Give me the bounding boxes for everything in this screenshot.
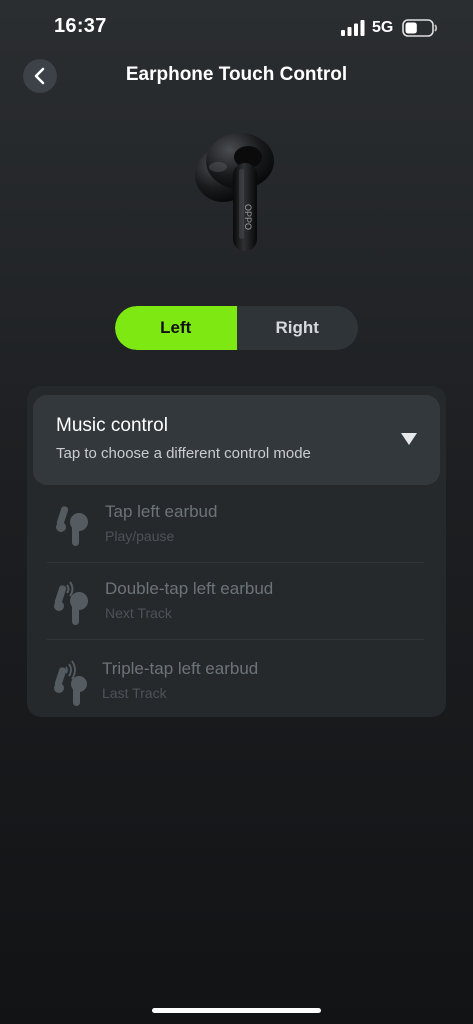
dropdown-triangle-icon (401, 433, 417, 445)
page-title: Earphone Touch Control (125, 64, 348, 85)
gesture-row-tap: Tap left earbud Play/pause (43, 492, 431, 562)
mode-subtitle: Tap to choose a different control mode (56, 445, 311, 462)
gesture-action: Last Track (102, 685, 167, 701)
signal-strength-icon (341, 20, 365, 36)
earbud-image: OPPO (195, 133, 274, 251)
segment-right[interactable]: Right (237, 306, 359, 350)
gesture-action: Next Track (105, 605, 172, 621)
gesture-title: Tap left earbud (105, 502, 218, 521)
mode-title: Music control (56, 415, 168, 436)
earbud-brand-text: OPPO (243, 204, 253, 230)
segment-left[interactable]: Left (115, 306, 237, 350)
battery-icon (402, 19, 438, 37)
gesture-action: Play/pause (105, 528, 175, 544)
double-tap-earbud-icon (54, 581, 88, 625)
status-time: 16:37 (54, 15, 107, 37)
control-mode-selector[interactable]: Music control Tap to choose a different … (33, 395, 440, 485)
home-indicator[interactable] (152, 1008, 321, 1013)
network-type-label: 5G (372, 19, 394, 36)
gesture-title: Double-tap left earbud (105, 579, 274, 598)
side-segmented-control: Left Right (115, 306, 358, 350)
tap-earbud-icon (56, 506, 88, 546)
gesture-title: Triple-tap left earbud (102, 659, 259, 678)
gesture-row-triple-tap: Triple-tap left earbud Last Track (43, 649, 431, 719)
status-bar: 16:37 5G (0, 0, 473, 56)
divider (47, 639, 424, 640)
triple-tap-earbud-icon (54, 660, 87, 706)
gesture-row-double-tap: Double-tap left earbud Next Track (43, 569, 431, 639)
divider (47, 562, 424, 563)
touch-control-card: Music control Tap to choose a different … (27, 386, 446, 717)
